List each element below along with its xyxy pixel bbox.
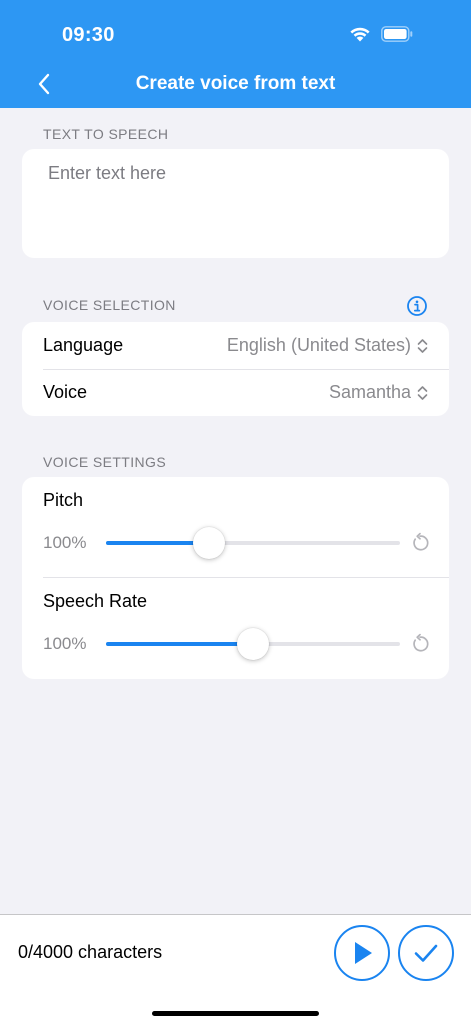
- speech-rate-slider-fill: [106, 642, 253, 646]
- language-value: English (United States): [227, 335, 428, 356]
- bottom-toolbar: 0/4000 characters: [0, 914, 471, 1024]
- pitch-value: 100%: [43, 533, 87, 552]
- page-title: Create voice from text: [135, 73, 336, 94]
- pitch-reset-icon[interactable]: [409, 532, 431, 554]
- voice-settings-card: Pitch 100% Speech Rate 100%: [22, 477, 449, 679]
- text-to-speech-section-label: TEXT TO SPEECH: [43, 126, 169, 142]
- voice-value-text: Samantha: [328, 382, 411, 402]
- speech-rate-slider-thumb[interactable]: [237, 628, 269, 660]
- speech-rate-value: 100%: [43, 634, 87, 653]
- chevron-up-down-icon: [417, 385, 428, 400]
- voice-label: Voice: [43, 382, 88, 402]
- speech-rate-slider[interactable]: [106, 628, 400, 660]
- voice-row[interactable]: Voice Samantha: [22, 369, 449, 416]
- text-input-card: [22, 149, 449, 258]
- checkmark-icon: [414, 944, 438, 962]
- home-indicator: [152, 1011, 319, 1016]
- navigation-bar: 09:30 Create voice from text: [0, 0, 471, 108]
- status-time: 09:30: [62, 24, 115, 46]
- voice-selection-section-label: VOICE SELECTION: [43, 297, 176, 313]
- pitch-slider[interactable]: [106, 527, 400, 559]
- pitch-label: Pitch: [43, 490, 84, 510]
- battery-icon: [381, 26, 413, 42]
- speech-rate-label: Speech Rate: [43, 591, 148, 611]
- info-icon[interactable]: [406, 295, 428, 317]
- status-icons: [349, 26, 413, 42]
- character-count: 0/4000 characters: [18, 942, 163, 962]
- settings-divider: [43, 577, 449, 578]
- text-input[interactable]: [48, 163, 428, 243]
- language-row[interactable]: Language English (United States): [22, 322, 449, 369]
- speech-rate-reset-icon[interactable]: [409, 633, 431, 655]
- play-button[interactable]: [334, 925, 390, 981]
- pitch-slider-thumb[interactable]: [192, 527, 225, 559]
- confirm-button[interactable]: [398, 925, 454, 981]
- play-icon: [355, 942, 372, 964]
- language-value-text: English (United States): [226, 335, 411, 355]
- language-label: Language: [43, 335, 124, 355]
- voice-value: Samantha: [329, 382, 428, 403]
- voice-settings-section-label: VOICE SETTINGS: [43, 454, 167, 470]
- wifi-icon: [350, 27, 370, 42]
- chevron-up-down-icon: [417, 338, 428, 353]
- voice-selection-card: Language English (United States) Voice S…: [22, 322, 449, 416]
